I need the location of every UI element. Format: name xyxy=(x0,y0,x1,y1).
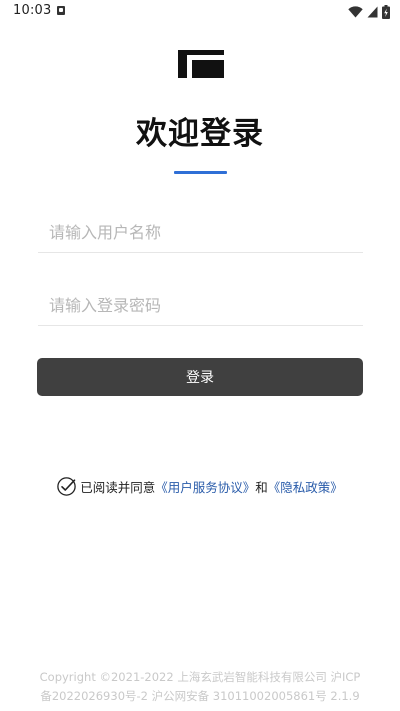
footer-line-1: Copyright ©2021-2022 上海玄武岩智能科技有限公司 沪ICP xyxy=(39,670,361,684)
wifi-icon xyxy=(348,6,363,18)
footer-line-2: 备2022026930号-2 沪公网安备 31011002005861号 2.1… xyxy=(40,689,360,703)
privacy-policy-link[interactable]: 《隐私政策》 xyxy=(268,477,343,496)
cell-signal-icon xyxy=(367,6,378,18)
status-icons xyxy=(348,5,390,19)
status-time: 10:03 xyxy=(13,3,52,18)
battery-icon xyxy=(382,5,390,19)
login-button[interactable]: 登录 xyxy=(37,358,363,396)
page-title: 欢迎登录 xyxy=(136,116,264,152)
checkmark-circle-icon xyxy=(57,476,76,496)
username-field xyxy=(38,212,363,253)
agreement-prefix: 已阅读并同意 xyxy=(80,479,156,495)
login-screen: 10:03 欢迎登录 请输入用户名称 登录 已阅读并同意 《用户服务协议》 和 … xyxy=(0,0,400,711)
agree-checkbox[interactable] xyxy=(57,476,76,496)
password-input[interactable] xyxy=(38,285,363,325)
username-input[interactable] xyxy=(38,212,363,252)
user-agreement-link[interactable]: 《用户服务协议》 xyxy=(155,477,255,496)
agreement-row: 已阅读并同意 《用户服务协议》 和 《隐私政策》 xyxy=(0,475,400,497)
brand-logo-icon xyxy=(178,50,224,78)
agreement-conjunction: 和 xyxy=(255,479,268,495)
status-bar: 10:03 xyxy=(0,0,400,24)
password-field xyxy=(38,285,363,326)
app-notification-icon xyxy=(57,6,65,15)
title-underline xyxy=(174,171,227,174)
footer: Copyright ©2021-2022 上海玄武岩智能科技有限公司 沪ICP … xyxy=(0,668,400,706)
